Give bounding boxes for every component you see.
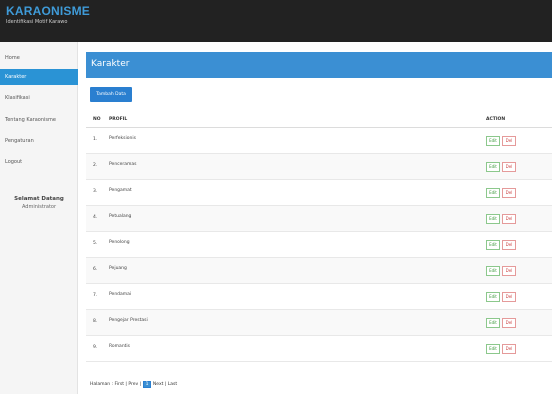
table-row: 6. Pejuang Edit Del bbox=[86, 258, 552, 284]
delete-button[interactable]: Del bbox=[502, 240, 516, 250]
sidebar-item-tentang[interactable]: Tentang Karaonisme bbox=[0, 112, 78, 128]
edit-button[interactable]: Edit bbox=[486, 136, 500, 146]
edit-button[interactable]: Edit bbox=[486, 266, 500, 276]
row-profile: Romantis bbox=[109, 344, 131, 349]
table-row: 2. Penceramas Edit Del bbox=[86, 154, 552, 180]
edit-button[interactable]: Edit bbox=[486, 162, 500, 172]
pagination: Halaman : First | Prev | 1 Next | Last bbox=[90, 381, 177, 388]
sidebar-item-logout[interactable]: Logout bbox=[0, 154, 78, 170]
welcome-title: Selamat Datang bbox=[14, 196, 64, 202]
pagination-suffix[interactable]: Next | Last bbox=[153, 382, 177, 387]
row-number: 8. bbox=[93, 319, 98, 324]
row-profile: Perfeksionis bbox=[109, 136, 136, 141]
edit-button[interactable]: Edit bbox=[486, 292, 500, 302]
row-profile: Petualang bbox=[109, 214, 132, 219]
brand[interactable]: KARAONISME Identifikasi Motif Karawo bbox=[6, 4, 90, 25]
delete-button[interactable]: Del bbox=[502, 292, 516, 302]
top-bar: KARAONISME Identifikasi Motif Karawo bbox=[0, 0, 552, 42]
edit-button[interactable]: Edit bbox=[486, 344, 500, 354]
page-title: Karakter bbox=[91, 59, 130, 69]
table-row: 8. Pengejar Prestasi Edit Del bbox=[86, 310, 552, 336]
pagination-current-page[interactable]: 1 bbox=[142, 381, 152, 388]
row-number: 6. bbox=[93, 267, 98, 272]
row-number: 2. bbox=[93, 163, 98, 168]
delete-button[interactable]: Del bbox=[502, 188, 516, 198]
welcome-user: Administrator bbox=[21, 204, 57, 210]
add-data-button[interactable]: Tambah Data bbox=[90, 87, 132, 102]
edit-button[interactable]: Edit bbox=[486, 214, 500, 224]
sidebar: Home Karakter Klasifikasi Tentang Karaon… bbox=[0, 42, 78, 394]
row-number: 3. bbox=[93, 189, 98, 194]
row-number: 9. bbox=[93, 345, 98, 350]
sidebar-item-karakter[interactable]: Karakter bbox=[0, 69, 78, 85]
brand-subtitle: Identifikasi Motif Karawo bbox=[6, 19, 68, 25]
edit-button[interactable]: Edit bbox=[486, 318, 500, 328]
sidebar-item-pengaturan[interactable]: Pengaturan bbox=[0, 133, 78, 149]
row-profile: Pengamat bbox=[109, 188, 132, 193]
edit-button[interactable]: Edit bbox=[486, 188, 500, 198]
table-row: 9. Romantis Edit Del bbox=[86, 336, 552, 362]
table-row: 1. Perfeksionis Edit Del bbox=[86, 128, 552, 154]
table-row: 4. Petualang Edit Del bbox=[86, 206, 552, 232]
table-row: 3. Pengamat Edit Del bbox=[86, 180, 552, 206]
column-header-profil: PROFIL bbox=[109, 117, 128, 122]
panel-header: Karakter bbox=[86, 52, 552, 78]
delete-button[interactable]: Del bbox=[502, 136, 516, 146]
pagination-prefix[interactable]: Halaman : First | Prev | bbox=[90, 382, 141, 387]
row-number: 4. bbox=[93, 215, 98, 220]
welcome-block: Selamat Datang Administrator bbox=[0, 196, 78, 210]
row-profile: Pendamai bbox=[109, 292, 132, 297]
table-row: 7. Pendamai Edit Del bbox=[86, 284, 552, 310]
row-number: 7. bbox=[93, 293, 98, 298]
row-profile: Pengejar Prestasi bbox=[109, 318, 148, 323]
column-header-action: ACTION bbox=[486, 117, 506, 122]
brand-title: KARAONISME bbox=[6, 4, 91, 18]
table-row: 5. Penolong Edit Del bbox=[86, 232, 552, 258]
row-profile: Penolong bbox=[109, 240, 130, 245]
delete-button[interactable]: Del bbox=[502, 214, 516, 224]
edit-button[interactable]: Edit bbox=[486, 240, 500, 250]
column-header-no: NO bbox=[93, 117, 101, 122]
row-profile: Penceramas bbox=[109, 162, 137, 167]
delete-button[interactable]: Del bbox=[502, 318, 516, 328]
row-profile: Pejuang bbox=[109, 266, 127, 271]
delete-button[interactable]: Del bbox=[502, 266, 516, 276]
delete-button[interactable]: Del bbox=[502, 344, 516, 354]
row-number: 5. bbox=[93, 241, 98, 246]
sidebar-item-home[interactable]: Home bbox=[0, 50, 78, 66]
delete-button[interactable]: Del bbox=[502, 162, 516, 172]
row-number: 1. bbox=[93, 137, 98, 142]
sidebar-item-klasifikasi[interactable]: Klasifikasi bbox=[0, 90, 78, 106]
